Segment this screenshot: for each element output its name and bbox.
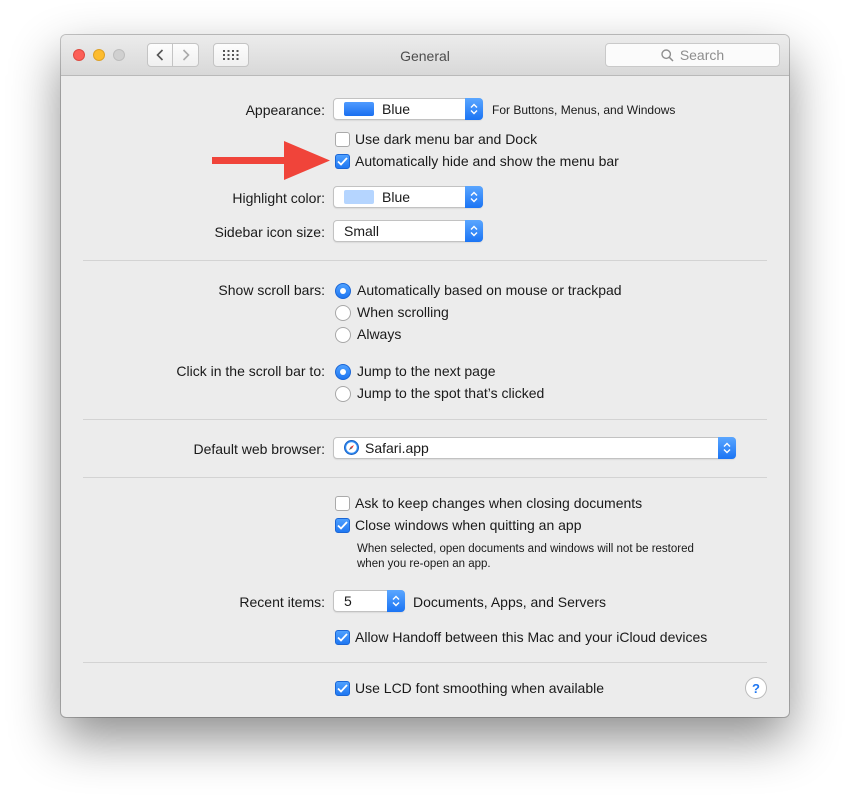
scroll-bars-radio-scrolling[interactable] (335, 305, 351, 321)
recent-items-suffix: Documents, Apps, and Servers (413, 594, 606, 610)
sidebar-icon-popup[interactable]: Small (333, 220, 483, 242)
close-windows-note-line2: when you re-open an app. (357, 558, 491, 570)
close-windows-label: Close windows when quitting an app (355, 517, 582, 533)
click-scroll-radio-next-page[interactable] (335, 364, 351, 380)
popup-arrows-icon (465, 98, 483, 120)
popup-arrows-icon (718, 437, 736, 459)
click-scroll-option-next-page: Jump to the next page (357, 363, 496, 379)
popup-arrows-icon (387, 590, 405, 612)
checkmark-icon (337, 157, 348, 166)
recent-items-popup[interactable]: 5 (333, 590, 405, 612)
system-preferences-window: General Search Appearance: Blue For Butt… (61, 35, 789, 717)
scroll-bars-option-always: Always (357, 326, 402, 342)
appearance-label: Appearance: (245, 102, 325, 118)
scroll-bars-option-auto: Automatically based on mouse or trackpad (357, 282, 622, 298)
checkmark-icon (337, 684, 348, 693)
safari-icon (344, 440, 359, 455)
browser-popup[interactable]: Safari.app (333, 437, 736, 459)
dark-menu-checkbox[interactable] (335, 132, 350, 147)
appearance-swatch (344, 102, 374, 116)
highlight-popup[interactable]: Blue (333, 186, 483, 208)
appearance-value: Blue (382, 101, 411, 117)
ask-keep-checkbox[interactable] (335, 496, 350, 511)
general-pane: Appearance: Blue For Buttons, Menus, and… (61, 76, 789, 717)
auto-hide-checkbox[interactable] (335, 154, 350, 169)
click-scroll-option-spot: Jump to the spot that’s clicked (357, 385, 545, 401)
browser-label: Default web browser: (193, 441, 325, 457)
separator (83, 477, 767, 478)
separator (83, 260, 767, 261)
lcd-checkbox[interactable] (335, 681, 350, 696)
close-windows-checkbox[interactable] (335, 518, 350, 533)
help-glyph: ? (752, 680, 760, 696)
separator (83, 662, 767, 663)
checkmark-icon (337, 521, 348, 530)
title-bar: General Search (61, 35, 789, 76)
appearance-popup[interactable]: Blue (333, 98, 483, 120)
recent-items-label: Recent items: (239, 594, 325, 610)
scroll-bars-label: Show scroll bars: (218, 282, 325, 298)
close-windows-note-line1: When selected, open documents and window… (357, 543, 694, 555)
sidebar-icon-label: Sidebar icon size: (214, 224, 325, 240)
popup-arrows-icon (465, 220, 483, 242)
click-scroll-radio-spot[interactable] (335, 386, 351, 402)
browser-value: Safari.app (365, 440, 429, 456)
click-scroll-label: Click in the scroll bar to: (176, 363, 325, 379)
recent-items-value: 5 (344, 593, 352, 609)
highlight-swatch (344, 190, 374, 204)
handoff-label: Allow Handoff between this Mac and your … (355, 629, 708, 645)
highlight-value: Blue (382, 189, 411, 205)
help-button[interactable]: ? (745, 677, 767, 699)
search-placeholder: Search (679, 47, 725, 63)
dark-menu-label: Use dark menu bar and Dock (355, 131, 538, 147)
search-field[interactable]: Search (605, 43, 780, 67)
ask-keep-label: Ask to keep changes when closing documen… (355, 495, 643, 511)
checkmark-icon (337, 633, 348, 642)
sidebar-icon-value: Small (344, 223, 380, 239)
handoff-checkbox[interactable] (335, 630, 350, 645)
appearance-hint: For Buttons, Menus, and Windows (492, 103, 676, 117)
scroll-bars-option-scrolling: When scrolling (357, 304, 449, 320)
separator (83, 419, 767, 420)
lcd-label: Use LCD font smoothing when available (355, 680, 605, 696)
search-icon (661, 48, 674, 62)
auto-hide-label: Automatically hide and show the menu bar (355, 153, 619, 169)
annotation-arrow-icon (212, 141, 330, 180)
popup-arrows-icon (465, 186, 483, 208)
highlight-label: Highlight color: (232, 190, 325, 206)
scroll-bars-radio-always[interactable] (335, 327, 351, 343)
scroll-bars-radio-auto[interactable] (335, 283, 351, 299)
